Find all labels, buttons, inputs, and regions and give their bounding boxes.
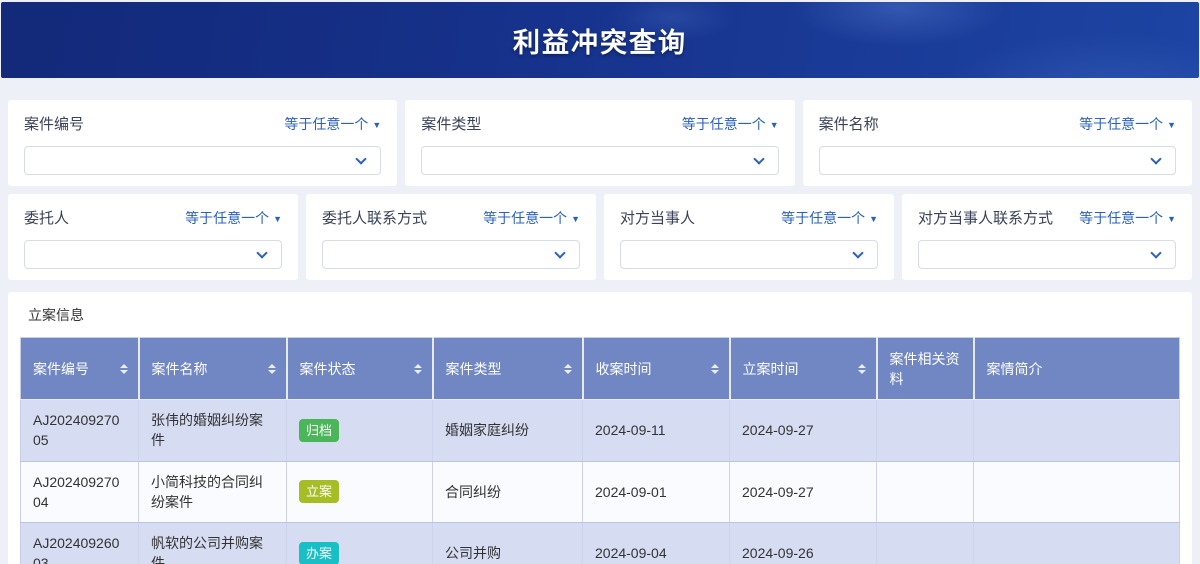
cell-received-date: 2024-09-01 (582, 461, 730, 524)
cell-case-name: 帆软的公司并购案件 (138, 522, 287, 564)
filter-label: 案件名称 (818, 116, 879, 133)
column-header-materials: 案件相关资料 (876, 337, 975, 400)
filter-operator-dropdown[interactable]: 等于任意一个 ▼ (284, 114, 381, 134)
caret-down-icon: ▼ (1167, 119, 1176, 130)
column-header-case-name[interactable]: 案件名称 (138, 337, 288, 400)
filter-label: 对方当事人 (620, 210, 696, 227)
filter-card-case-type: 案件类型 等于任意一个 ▼ (405, 100, 795, 186)
cell-case-number: AJ20240927005 (20, 399, 139, 462)
column-header-case-type[interactable]: 案件类型 (432, 337, 584, 400)
chevron-down-icon (1150, 153, 1162, 165)
filter-card-case-number: 案件编号 等于任意一个 ▼ (8, 100, 398, 186)
section-title: 立案信息 (28, 307, 84, 323)
sort-icon[interactable] (857, 363, 866, 374)
filter-operator-dropdown[interactable]: 等于任意一个 ▼ (185, 208, 282, 228)
case-filing-section: 立案信息 案件编号 案件名称 案件状态 案件类型 收案时间 立案时间 案件相关资… (8, 292, 1192, 564)
cell-case-number: AJ20240927004 (20, 461, 139, 524)
column-header-filed-date[interactable]: 立案时间 (729, 337, 878, 400)
status-badge: 办案 (299, 541, 340, 564)
filter-select[interactable] (818, 146, 1176, 175)
cell-materials (876, 522, 974, 564)
filter-label: 案件类型 (421, 116, 482, 133)
chevron-down-icon (852, 247, 864, 259)
sort-icon[interactable] (563, 363, 572, 374)
cell-case-status: 办案 (286, 522, 433, 564)
filter-operator-dropdown[interactable]: 等于任意一个 ▼ (682, 114, 779, 134)
caret-down-icon: ▼ (769, 119, 779, 130)
filter-operator-dropdown[interactable]: 等于任意一个 ▼ (1079, 114, 1176, 134)
table-header-row: 案件编号 案件名称 案件状态 案件类型 收案时间 立案时间 案件相关资料 案情简… (20, 337, 1180, 400)
filter-label: 委托人联系方式 (322, 210, 428, 227)
sort-icon[interactable] (119, 363, 128, 374)
status-badge: 归档 (299, 418, 340, 442)
filter-operator-dropdown[interactable]: 等于任意一个 ▼ (1079, 208, 1176, 228)
chevron-down-icon (256, 247, 268, 259)
chevron-down-icon (554, 247, 566, 259)
filter-select[interactable] (620, 240, 878, 269)
filter-label: 案件编号 (24, 116, 85, 133)
cell-filed-date: 2024-09-27 (729, 461, 877, 524)
filter-card-client-contact: 委托人联系方式 等于任意一个 ▼ (306, 194, 596, 280)
filter-row-2: 委托人 等于任意一个 ▼ 委托人联系方式 等于任意一个 ▼ 对方当事人 等于任意一个… (8, 194, 1192, 280)
cell-case-type: 公司并购 (432, 522, 583, 564)
table-row: AJ20240927005 张伟的婚姻纠纷案件 归档 婚姻家庭纠纷 2024-0… (20, 399, 1180, 462)
cell-materials (876, 399, 974, 462)
column-header-brief: 案情简介 (973, 337, 1180, 400)
filter-label: 对方当事人联系方式 (918, 210, 1054, 227)
cell-brief (973, 461, 1180, 524)
cell-brief (973, 522, 1180, 564)
chevron-down-icon (355, 153, 367, 165)
status-badge: 立案 (299, 480, 340, 504)
cell-materials (876, 461, 974, 524)
caret-down-icon: ▼ (571, 213, 580, 224)
filter-card-opposing-party: 对方当事人 等于任意一个 ▼ (604, 194, 894, 280)
cell-filed-date: 2024-09-27 (729, 399, 877, 462)
filter-select[interactable] (24, 146, 382, 175)
chevron-down-icon (1150, 247, 1162, 259)
cell-case-number: AJ20240926003 (20, 522, 139, 564)
filter-card-client: 委托人 等于任意一个 ▼ (8, 194, 298, 280)
cell-case-name: 小简科技的合同纠纷案件 (138, 461, 287, 524)
table-row: AJ20240927004 小简科技的合同纠纷案件 立案 合同纠纷 2024-0… (20, 461, 1180, 524)
cell-received-date: 2024-09-04 (582, 522, 730, 564)
filter-select[interactable] (421, 146, 779, 175)
caret-down-icon: ▼ (273, 213, 282, 224)
filter-card-opposing-party-contact: 对方当事人联系方式 等于任意一个 ▼ (902, 194, 1192, 280)
filter-card-case-name: 案件名称 等于任意一个 ▼ (802, 100, 1192, 186)
cell-brief (973, 399, 1180, 462)
page-header-banner: 利益冲突查询 (1, 2, 1199, 78)
cell-case-type: 合同纠纷 (432, 461, 583, 524)
cell-filed-date: 2024-09-26 (729, 522, 877, 564)
filter-operator-dropdown[interactable]: 等于任意一个 ▼ (781, 208, 878, 228)
filter-select[interactable] (322, 240, 580, 269)
filter-select[interactable] (24, 240, 282, 269)
filter-operator-dropdown[interactable]: 等于任意一个 ▼ (483, 208, 580, 228)
page-title: 利益冲突查询 (513, 27, 687, 58)
cell-case-status: 归档 (286, 399, 433, 462)
sort-icon[interactable] (710, 363, 719, 374)
column-header-received-date[interactable]: 收案时间 (582, 337, 731, 400)
caret-down-icon: ▼ (1167, 213, 1176, 224)
column-header-case-status[interactable]: 案件状态 (286, 337, 434, 400)
table-row: AJ20240926003 帆软的公司并购案件 办案 公司并购 2024-09-… (20, 522, 1180, 564)
filter-row-1: 案件编号 等于任意一个 ▼ 案件类型 等于任意一个 ▼ 案件名称 等于任意一个 ▼ (8, 100, 1192, 186)
cell-case-status: 立案 (286, 461, 433, 524)
caret-down-icon: ▼ (869, 213, 878, 224)
filter-select[interactable] (918, 240, 1176, 269)
filter-label: 委托人 (24, 210, 70, 227)
sort-icon[interactable] (267, 363, 276, 374)
column-header-case-number[interactable]: 案件编号 (20, 337, 140, 400)
cell-received-date: 2024-09-11 (582, 399, 730, 462)
case-table: 案件编号 案件名称 案件状态 案件类型 收案时间 立案时间 案件相关资料 案情简… (20, 337, 1180, 564)
chevron-down-icon (752, 153, 765, 165)
cell-case-type: 婚姻家庭纠纷 (432, 399, 583, 462)
sort-icon[interactable] (413, 363, 422, 374)
caret-down-icon: ▼ (372, 119, 382, 130)
cell-case-name: 张伟的婚姻纠纷案件 (138, 399, 287, 462)
